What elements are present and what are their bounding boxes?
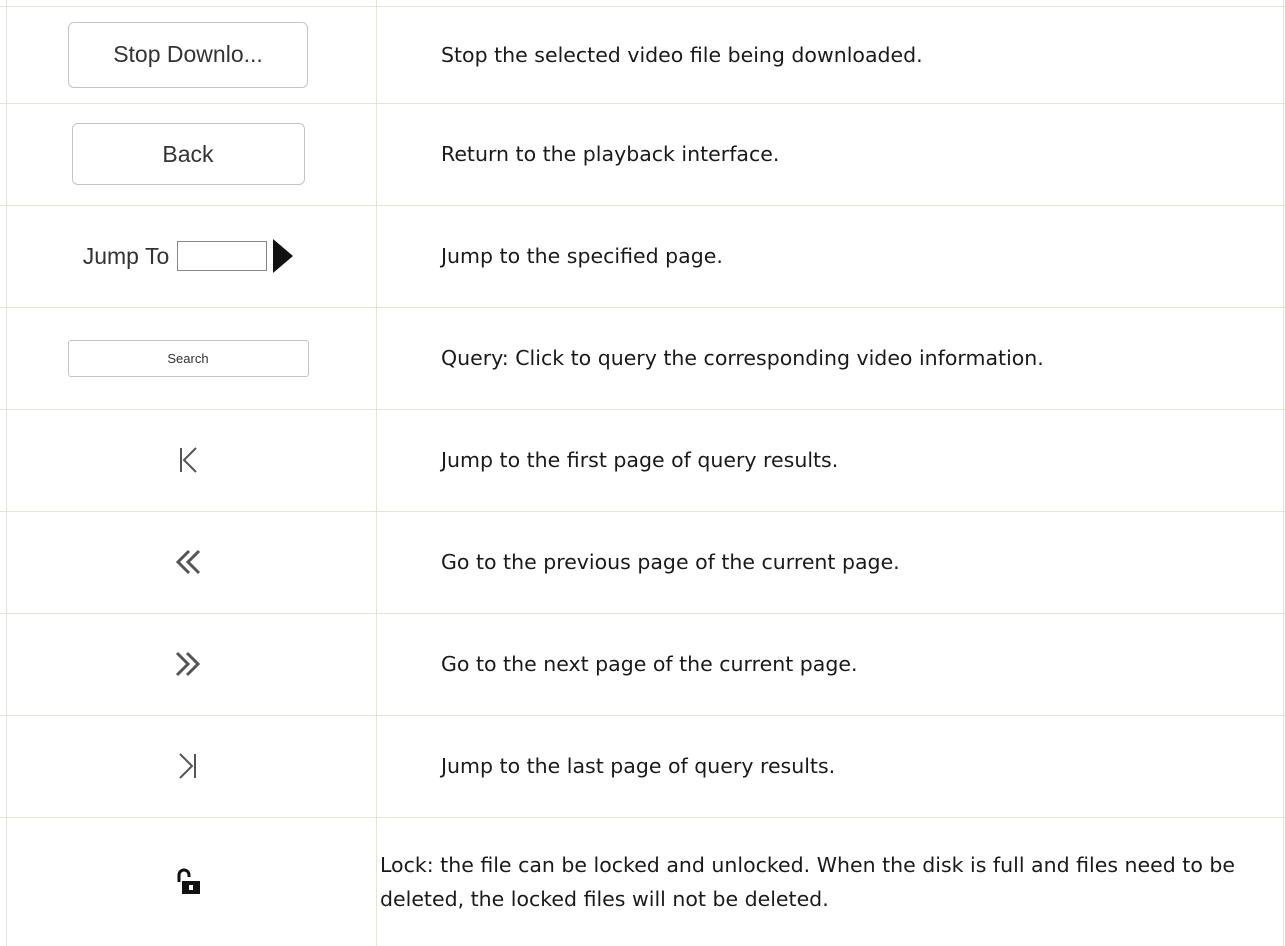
table-row: Go to the next page of the current page. bbox=[0, 613, 1285, 715]
control-cell bbox=[0, 613, 376, 715]
table-row: Stop Downlo... Stop the selected video f… bbox=[0, 6, 1285, 103]
control-cell bbox=[0, 817, 376, 946]
table-row: Jump to the last page of query results. bbox=[0, 715, 1285, 817]
description-cell: Jump to the last page of query results. bbox=[441, 754, 836, 778]
jump-page-input[interactable] bbox=[177, 241, 268, 271]
unlock-icon[interactable] bbox=[168, 862, 208, 902]
back-button[interactable]: Back bbox=[71, 123, 305, 185]
description-cell: Go to the previous page of the current p… bbox=[441, 550, 900, 574]
description-cell: Return to the playback interface. bbox=[441, 142, 780, 166]
control-cell bbox=[0, 409, 376, 511]
first-page-icon[interactable] bbox=[168, 440, 208, 480]
table-row: Jump to the first page of query results. bbox=[0, 409, 1285, 511]
control-cell bbox=[0, 715, 376, 817]
play-triangle-icon[interactable] bbox=[273, 239, 294, 273]
description-cell: Jump to the first page of query results. bbox=[441, 448, 839, 472]
table-row: Search Query: Click to query the corresp… bbox=[0, 307, 1285, 409]
description-cell: Query: Click to query the corresponding … bbox=[441, 346, 1044, 370]
next-page-icon[interactable] bbox=[168, 644, 208, 684]
description-cell: Lock: the file can be locked and unlocke… bbox=[380, 852, 1236, 911]
jump-to-label: Jump To bbox=[82, 242, 170, 269]
stop-download-button[interactable]: Stop Downlo... bbox=[68, 21, 308, 88]
description-cell: Go to the next page of the current page. bbox=[441, 652, 858, 676]
control-cell: Back bbox=[0, 103, 376, 205]
control-cell: Stop Downlo... bbox=[0, 6, 376, 103]
control-cell: Search bbox=[0, 307, 376, 409]
control-cell bbox=[0, 511, 376, 613]
previous-page-icon[interactable] bbox=[168, 542, 208, 582]
table-row: Jump To Jump to the specified page. bbox=[0, 205, 1285, 307]
last-page-icon[interactable] bbox=[168, 746, 208, 786]
search-button[interactable]: Search bbox=[67, 339, 309, 377]
table-row: Lock: the file can be locked and unlocke… bbox=[0, 817, 1285, 946]
reference-table: Stop Downlo... Stop the selected video f… bbox=[0, 0, 1285, 946]
jump-to-control: Jump To bbox=[83, 239, 294, 273]
description-cell: Jump to the specified page. bbox=[441, 244, 723, 268]
table-row: Go to the previous page of the current p… bbox=[0, 511, 1285, 613]
table-row: Back Return to the playback interface. bbox=[0, 103, 1285, 205]
control-cell: Jump To bbox=[0, 205, 376, 307]
description-cell: Stop the selected video file being downl… bbox=[441, 42, 923, 67]
